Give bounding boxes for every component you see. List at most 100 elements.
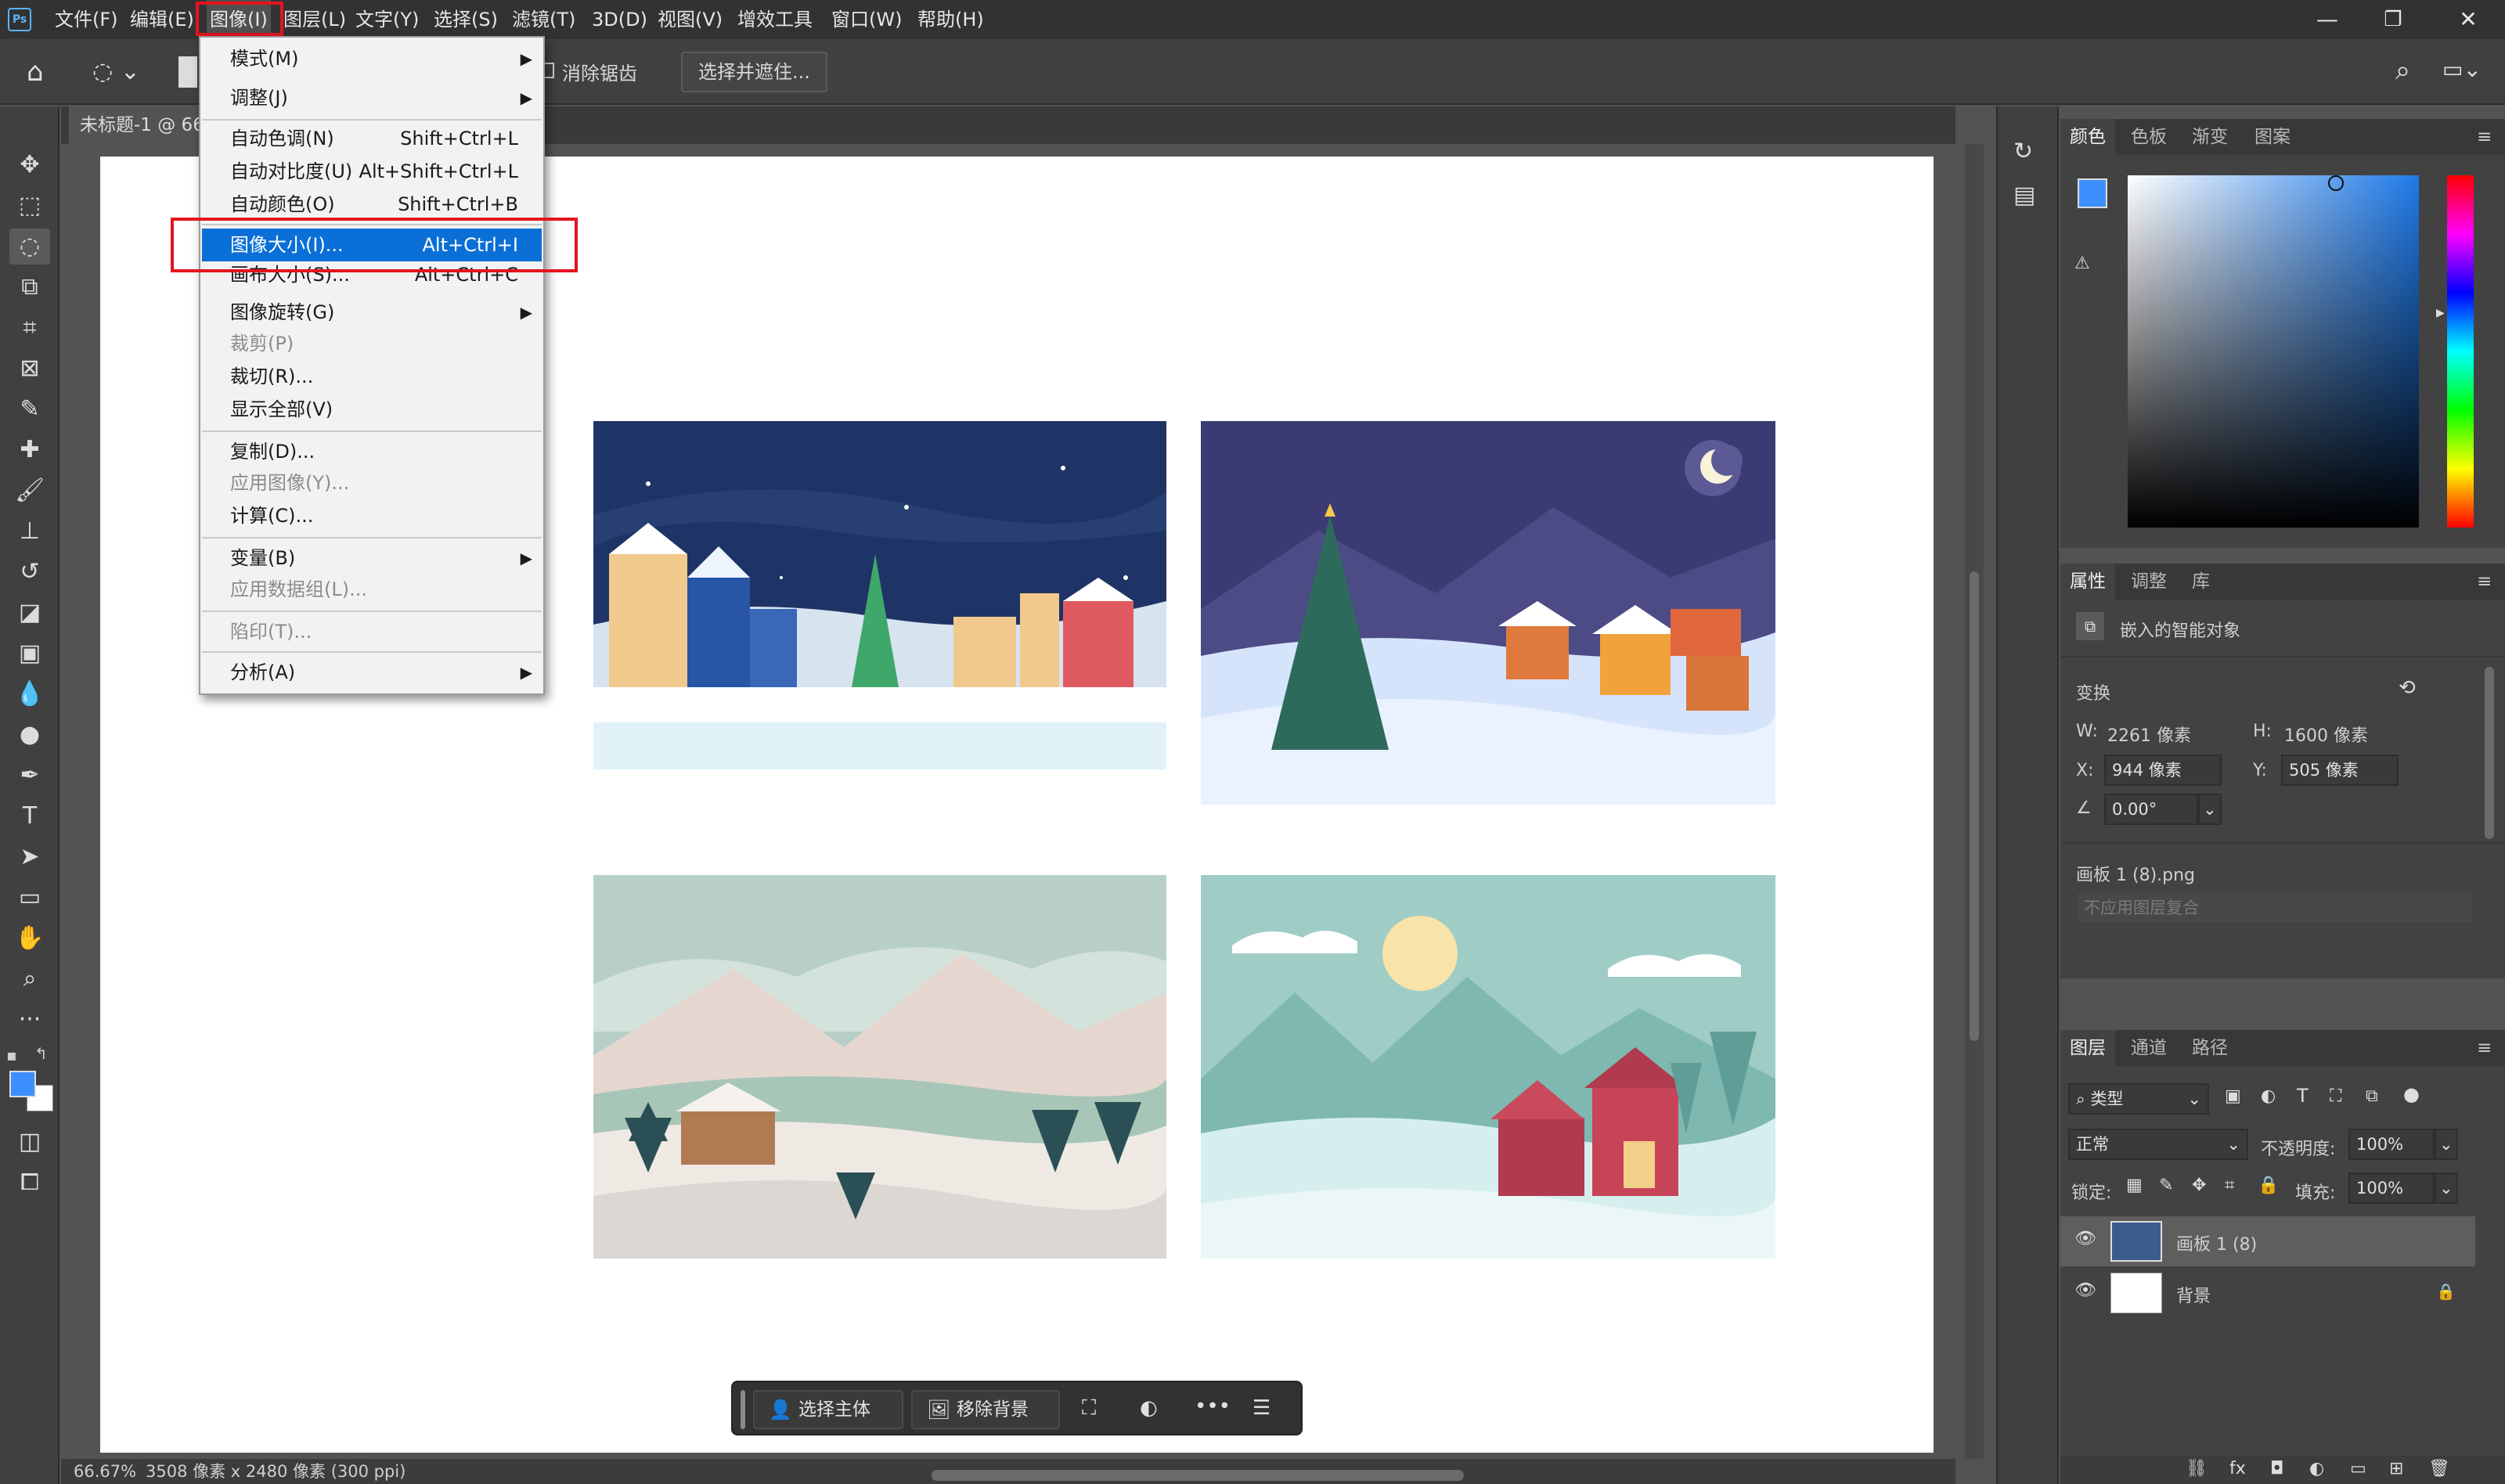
lock-artboard-icon[interactable]: ⌗ <box>2225 1176 2234 1195</box>
menu-item-image-rotation[interactable]: 图像旋转(G) ▶ <box>202 296 542 329</box>
blend-mode-select[interactable]: 正常 ⌄ <box>2068 1129 2248 1160</box>
vertical-scroll-thumb[interactable] <box>1970 571 1979 1041</box>
filter-type-icon[interactable]: T <box>2297 1085 2309 1107</box>
x-field[interactable]: 944 像素 <box>2104 755 2222 786</box>
tab-layers[interactable]: 图层 <box>2060 1030 2115 1066</box>
w-value[interactable]: 2261 像素 <box>2107 722 2191 747</box>
filter-shape-icon[interactable]: ⛶ <box>2330 1086 2341 1106</box>
foreground-color-swatch[interactable] <box>9 1071 36 1097</box>
select-subject-button[interactable]: 👤 选择主体 <box>753 1390 903 1429</box>
panel-menu-icon[interactable]: ≡ <box>2467 119 2501 155</box>
home-icon[interactable]: ⌂ <box>27 55 61 89</box>
transform-icon[interactable]: ⛶ <box>1082 1396 1096 1421</box>
menu-item-reveal-all[interactable]: 显示全部(V) <box>202 393 542 426</box>
layer-filter-select[interactable]: ⌕ 类型 ⌄ <box>2068 1083 2209 1115</box>
marquee-tool-icon[interactable]: ⬚ <box>9 188 50 224</box>
menu-item-duplicate[interactable]: 复制(D)... <box>202 435 542 468</box>
foreground-color-swatch[interactable] <box>2078 178 2107 208</box>
delete-layer-icon[interactable]: 🗑 <box>2428 1459 2450 1479</box>
hand-tool-icon[interactable]: ✋ <box>9 920 50 956</box>
drag-handle[interactable] <box>741 1390 745 1429</box>
default-colors-icon[interactable]: ▪ <box>6 1046 17 1064</box>
document-tab[interactable]: 未标题-1 @ 66 <box>69 106 210 144</box>
lasso-tool-icon[interactable]: ◌ <box>9 229 50 265</box>
gamut-warning-icon[interactable]: ⚠ <box>2074 254 2090 273</box>
menu-item-variables[interactable]: 变量(B) ▶ <box>202 542 542 575</box>
history-panel-icon[interactable]: ↻ <box>2013 138 2033 165</box>
menu-item-calculations[interactable]: 计算(C)... <box>202 499 542 532</box>
tab-swatches[interactable]: 色板 <box>2121 119 2176 155</box>
menu-filter[interactable]: 滤镜(T) <box>512 0 575 39</box>
select-and-mask-button[interactable]: 选择并遮住... <box>681 52 827 92</box>
menu-3d[interactable]: 3D(D) <box>592 0 647 39</box>
restore-icon[interactable]: ❐ <box>2358 0 2428 39</box>
menu-select[interactable]: 选择(S) <box>434 0 498 39</box>
layer-row[interactable]: 👁 画板 1 (8) <box>2060 1216 2475 1266</box>
minimize-icon[interactable]: — <box>2292 0 2363 39</box>
more-options-icon[interactable]: ••• <box>1195 1395 1231 1418</box>
filter-smart-object-icon[interactable]: ⧉ <box>2366 1086 2378 1106</box>
quick-mask-icon[interactable]: ◫ <box>9 1124 50 1160</box>
settings-sliders-icon[interactable]: ☰ <box>1252 1396 1271 1420</box>
eye-icon[interactable]: 👁 <box>2074 1229 2096 1248</box>
adjust-icon[interactable]: ◐ <box>1140 1396 1158 1420</box>
eraser-tool-icon[interactable]: ◪ <box>9 595 50 631</box>
menu-view[interactable]: 视图(V) <box>658 0 723 39</box>
add-mask-icon[interactable]: ◘ <box>2270 1459 2283 1479</box>
zoom-level[interactable]: 66.67% <box>74 1459 136 1484</box>
tab-color[interactable]: 颜色 <box>2060 119 2115 155</box>
path-select-tool-icon[interactable]: ➤ <box>9 839 50 875</box>
rectangle-tool-icon[interactable]: ▭ <box>9 880 50 916</box>
adjustment-layer-icon[interactable]: ◐ <box>2309 1459 2324 1479</box>
lock-position-icon[interactable]: ✥ <box>2192 1176 2206 1195</box>
menu-plugins[interactable]: 增效工具 <box>737 0 813 39</box>
close-icon[interactable]: ✕ <box>2433 0 2503 39</box>
properties-scrollbar[interactable] <box>2485 667 2494 839</box>
brush-tool-icon[interactable]: 🖌 <box>9 473 50 509</box>
crop-tool-icon[interactable]: ⌗ <box>9 310 50 346</box>
object-select-tool-icon[interactable]: ⧉ <box>9 269 50 305</box>
search-icon[interactable]: ⌕ <box>2395 55 2410 86</box>
fx-icon[interactable]: fx <box>2229 1459 2246 1479</box>
type-tool-icon[interactable]: T <box>9 798 50 834</box>
menu-help[interactable]: 帮助(H) <box>917 0 984 39</box>
opacity-field[interactable]: 100% <box>2348 1129 2435 1160</box>
workspace-icon[interactable]: ▭⌄ <box>2442 56 2482 82</box>
tab-channels[interactable]: 通道 <box>2121 1030 2176 1066</box>
tab-gradients[interactable]: 渐变 <box>2182 119 2237 155</box>
menu-item-mode[interactable]: 模式(M) ▶ <box>202 42 542 75</box>
frame-tool-icon[interactable]: ⊠ <box>9 351 50 387</box>
new-group-icon[interactable]: ▭ <box>2350 1459 2366 1479</box>
menu-item-auto-color[interactable]: 自动颜色(O) Shift+Ctrl+B <box>202 188 542 221</box>
lasso-tool-icon[interactable]: ◌ ⌄ <box>92 55 147 89</box>
history-brush-tool-icon[interactable]: ↺ <box>9 554 50 590</box>
menu-layer[interactable]: 图层(L) <box>283 0 346 39</box>
horizontal-scroll-thumb[interactable] <box>932 1470 1464 1481</box>
blur-tool-icon[interactable]: 💧 <box>9 676 50 712</box>
menu-item-auto-contrast[interactable]: 自动对比度(U) Alt+Shift+Ctrl+L <box>202 155 542 188</box>
eyedropper-tool-icon[interactable]: ✎ <box>9 391 50 427</box>
menu-item-adjustments[interactable]: 调整(J) ▶ <box>202 81 542 114</box>
hue-slider-handle[interactable]: ▶ <box>2436 307 2445 319</box>
tab-libraries[interactable]: 库 <box>2182 564 2219 600</box>
reset-transform-icon[interactable]: ⟲ <box>2399 676 2416 700</box>
filter-pixel-icon[interactable]: ▣ <box>2225 1086 2241 1106</box>
menu-item-analysis[interactable]: 分析(A) ▶ <box>202 656 542 689</box>
panel-menu-icon[interactable]: ≡ <box>2467 564 2501 600</box>
menu-item-auto-tone[interactable]: 自动色调(N) Shift+Ctrl+L <box>202 122 542 155</box>
color-picker-ring[interactable] <box>2328 175 2344 191</box>
remove-background-button[interactable]: 🖼 移除背景 <box>911 1390 1060 1429</box>
zoom-tool-icon[interactable]: ⌕ <box>9 961 50 997</box>
comments-panel-icon[interactable]: ▤ <box>2013 182 2035 209</box>
healing-brush-tool-icon[interactable]: ✚ <box>9 432 50 468</box>
pen-tool-icon[interactable]: ✒ <box>9 758 50 794</box>
swap-colors-icon[interactable]: ↰ <box>34 1044 48 1063</box>
lock-all-icon[interactable]: 🔒 <box>2258 1176 2279 1195</box>
eye-icon[interactable]: 👁 <box>2074 1280 2096 1300</box>
fill-dropdown-icon[interactable]: ⌄ <box>2435 1172 2458 1204</box>
selection-mode-icon[interactable] <box>178 56 197 88</box>
lock-transparent-icon[interactable]: ▦ <box>2126 1176 2143 1195</box>
tab-paths[interactable]: 路径 <box>2182 1030 2237 1066</box>
more-tools-icon[interactable]: ··· <box>9 1002 50 1038</box>
menu-file[interactable]: 文件(F) <box>55 0 118 39</box>
